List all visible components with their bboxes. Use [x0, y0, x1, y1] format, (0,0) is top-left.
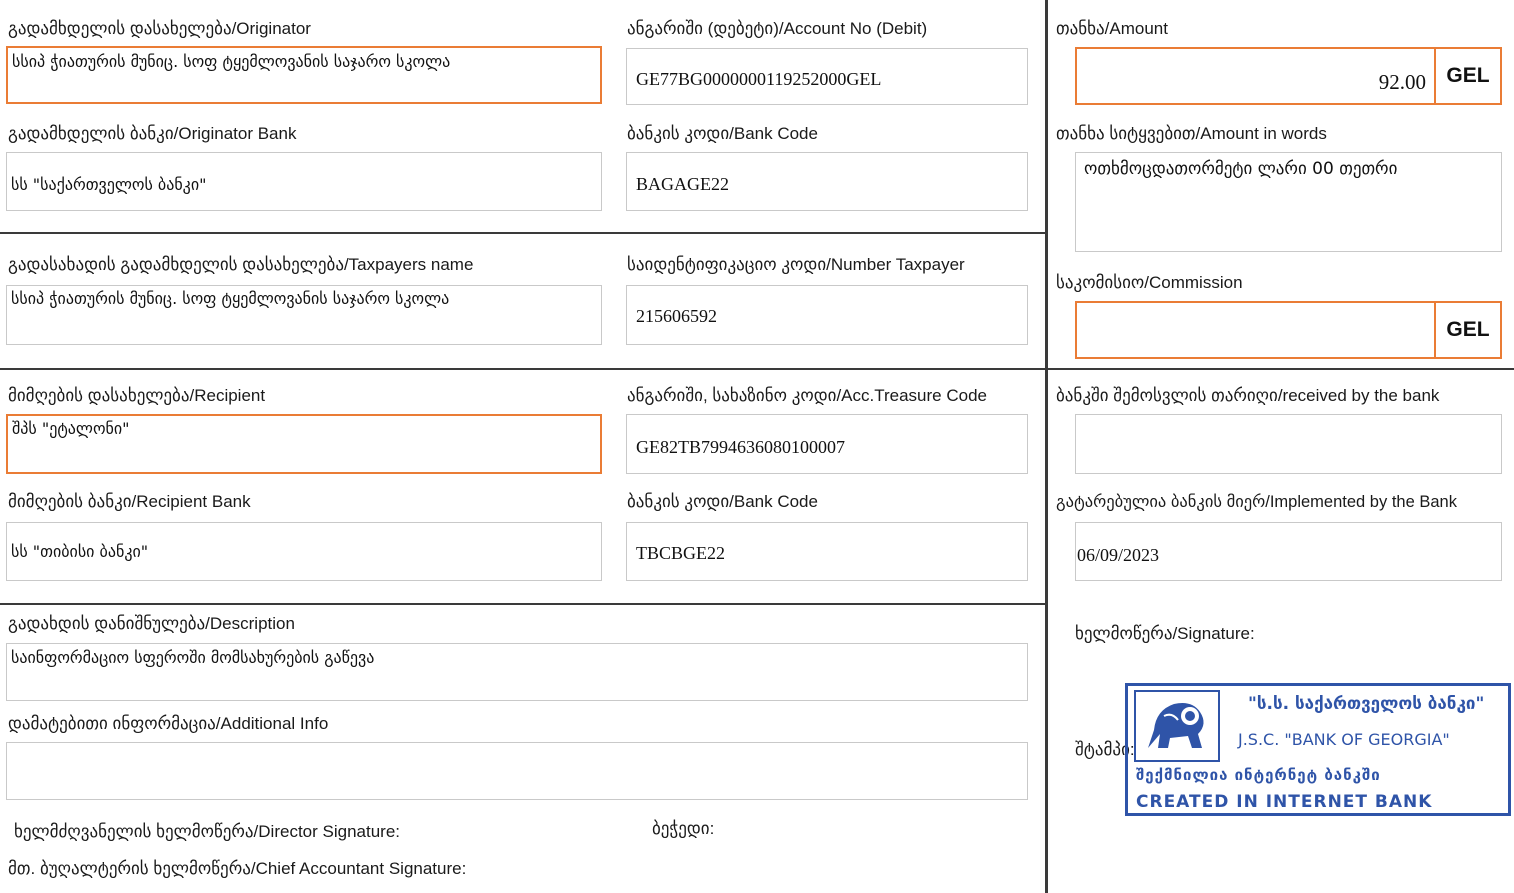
treasury-code-label: ანგარიში, სახაზინო კოდი/Acc.Treasure Cod…	[627, 386, 987, 405]
stamp-line-1: "ს.ს. საქართველოს ბანკი"	[1248, 694, 1485, 714]
recipient-label: მიმღების დასახელება/Recipient	[8, 386, 266, 405]
treasury-code-field[interactable]: GE82TB7994636080100007	[626, 414, 1028, 474]
director-signature-label: ხელმძღვანელის ხელმოწერა/Director Signatu…	[14, 822, 401, 841]
recipient-bank-value: სს "თიბისი ბანკი"	[11, 542, 149, 561]
description-label: გადახდის დანიშნულება/Description	[8, 614, 295, 633]
received-by-bank-label: ბანკში შემოსვლის თარიღი/received by the …	[1056, 386, 1440, 405]
amount-field[interactable]: 92.00 GEL	[1075, 47, 1502, 105]
lion-logo-icon	[1134, 690, 1220, 762]
recipient-field[interactable]: შპს "ეტალონი"	[6, 414, 602, 474]
additional-info-field[interactable]	[6, 742, 1028, 800]
amount-currency: GEL	[1434, 49, 1500, 103]
recipient-bank-code-value: TBCBGE22	[636, 543, 726, 563]
taxpayer-number-value: 215606592	[636, 306, 717, 326]
recipient-bank-field[interactable]: სს "თიბისი ბანკი"	[6, 522, 602, 581]
section-divider	[0, 232, 1046, 234]
commission-field[interactable]: GEL	[1075, 301, 1502, 359]
seal-label: ბეჭედი:	[652, 819, 715, 838]
taxpayer-number-label: საიდენტიფიკაციო კოდი/Number Taxpayer	[627, 255, 965, 274]
account-debit-value: GE77BG0000000119252000GEL	[636, 69, 882, 89]
amount-words-field[interactable]: ოთხმოცდათორმეტი ლარი 00 თეთრი	[1075, 152, 1502, 252]
originator-bank-value: სს "საქართველოს ბანკი"	[11, 175, 207, 194]
commission-currency: GEL	[1434, 303, 1500, 357]
originator-value: სსიპ ჭიათურის მუნიც. სოფ ტყემლოვანის საჯ…	[12, 52, 451, 71]
originator-bank-field[interactable]: სს "საქართველოს ბანკი"	[6, 152, 602, 211]
originator-bank-code-field[interactable]: BAGAGE22	[626, 152, 1028, 211]
description-value: საინფორმაციო სფეროში მომსახურების გაწევა	[11, 648, 375, 667]
taxpayer-number-field[interactable]: 215606592	[626, 285, 1028, 345]
signature-label: ხელმოწერა/Signature:	[1075, 624, 1255, 643]
taxpayer-name-label: გადასახადის გადამხდელის დასახელება/Taxpa…	[8, 255, 474, 274]
additional-info-label: დამატებითი ინფორმაცია/Additional Info	[8, 714, 329, 733]
implemented-by-bank-value: 06/09/2023	[1077, 545, 1160, 565]
taxpayer-name-field[interactable]: სსიპ ჭიათურის მუნიც. სოფ ტყემლოვანის საჯ…	[6, 285, 602, 345]
section-divider	[0, 603, 1046, 605]
recipient-bank-code-field[interactable]: TBCBGE22	[626, 522, 1028, 581]
originator-field[interactable]: სსიპ ჭიათურის მუნიც. სოფ ტყემლოვანის საჯ…	[6, 46, 602, 104]
taxpayer-name-value: სსიპ ჭიათურის მუნიც. სოფ ტყემლოვანის საჯ…	[11, 289, 450, 308]
description-field[interactable]: საინფორმაციო სფეროში მომსახურების გაწევა	[6, 643, 1028, 701]
implemented-by-bank-label: გატარებულია ბანკის მიერ/Implemented by t…	[1056, 493, 1457, 511]
originator-bank-code-value: BAGAGE22	[636, 174, 729, 194]
amount-label: თანხა/Amount	[1056, 19, 1168, 38]
account-debit-label: ანგარიში (დებეტი)/Account No (Debit)	[627, 19, 928, 38]
recipient-bank-label: მიმღების ბანკი/Recipient Bank	[8, 492, 251, 511]
originator-label: გადამხდელის დასახელება/Originator	[8, 19, 311, 38]
received-by-bank-field[interactable]	[1075, 414, 1502, 474]
stamp-line-3: შექმნილია ინტერნეტ ბანკში	[1136, 766, 1381, 784]
amount-value: 92.00	[1378, 70, 1426, 94]
stamp-line-2: J.S.C. "BANK OF GEORGIA"	[1238, 730, 1450, 749]
recipient-bank-code-label: ბანკის კოდი/Bank Code	[627, 492, 818, 511]
accountant-signature-label: მთ. ბუღალტერის ხელმოწერა/Chief Accountan…	[8, 859, 467, 878]
commission-label: საკომისიო/Commission	[1056, 273, 1243, 292]
originator-bank-code-label: ბანკის კოდი/Bank Code	[627, 124, 818, 143]
originator-bank-label: გადამხდელის ბანკი/Originator Bank	[8, 124, 297, 143]
bank-stamp: "ს.ს. საქართველოს ბანკი" J.S.C. "BANK OF…	[1125, 683, 1511, 816]
amount-words-label: თანხა სიტყვებით/Amount in words	[1056, 124, 1327, 143]
implemented-by-bank-field[interactable]: 06/09/2023	[1075, 522, 1502, 581]
recipient-value: შპს "ეტალონი"	[12, 419, 130, 438]
treasury-code-value: GE82TB7994636080100007	[636, 437, 845, 457]
column-divider	[1045, 0, 1048, 893]
account-debit-field[interactable]: GE77BG0000000119252000GEL	[626, 48, 1028, 105]
amount-words-value: ოთხმოცდათორმეტი ლარი 00 თეთრი	[1084, 159, 1398, 179]
section-divider	[0, 368, 1046, 370]
stamp-line-4: CREATED IN INTERNET BANK	[1136, 792, 1433, 812]
section-divider	[1046, 368, 1514, 370]
